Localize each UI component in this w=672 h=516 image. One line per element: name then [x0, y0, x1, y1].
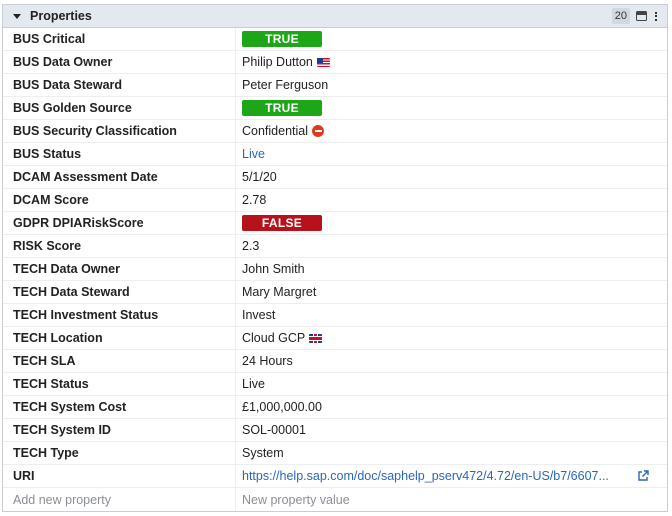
kebab-menu-icon[interactable] — [653, 11, 659, 21]
property-value[interactable]: Cloud GCP — [236, 327, 667, 349]
property-value[interactable]: 2.78 — [236, 189, 667, 211]
property-row[interactable]: BUS Data Steward Peter Ferguson — [3, 74, 667, 97]
property-row[interactable]: DCAM Score 2.78 — [3, 189, 667, 212]
property-value[interactable]: Confidential — [236, 120, 667, 142]
property-key: BUS Security Classification — [3, 120, 236, 142]
property-value-text: Live — [242, 377, 265, 391]
property-value[interactable]: System — [236, 442, 667, 464]
false-badge: FALSE — [242, 215, 322, 231]
property-value[interactable]: Philip Dutton — [236, 51, 667, 73]
property-row[interactable]: TECH Type System — [3, 442, 667, 465]
property-value[interactable]: Mary Margret — [236, 281, 667, 303]
property-row[interactable]: BUS Golden Source TRUE — [3, 97, 667, 120]
panel-header[interactable]: Properties 20 — [3, 5, 667, 28]
us-flag-icon — [316, 57, 330, 67]
add-property-value-input[interactable]: New property value — [236, 488, 667, 511]
property-value-text: Confidential — [242, 124, 309, 138]
property-value-text: 2.78 — [242, 193, 267, 207]
property-count-badge: 20 — [611, 8, 630, 24]
property-row[interactable]: BUS Data Owner Philip Dutton — [3, 51, 667, 74]
property-row[interactable]: GDPR DPIARiskScore FALSE — [3, 212, 667, 235]
property-row[interactable]: DCAM Assessment Date 5/1/20 — [3, 166, 667, 189]
property-key: TECH System Cost — [3, 396, 236, 418]
property-value-text: Cloud GCP — [242, 331, 306, 345]
property-key: DCAM Assessment Date — [3, 166, 236, 188]
minimize-panel-icon[interactable] — [636, 11, 647, 21]
property-row[interactable]: TECH System ID SOL-00001 — [3, 419, 667, 442]
property-key: BUS Critical — [3, 28, 236, 50]
property-value[interactable]: 2.3 — [236, 235, 667, 257]
property-value[interactable]: SOL-00001 — [236, 419, 667, 441]
property-key: TECH Location — [3, 327, 236, 349]
property-value[interactable]: TRUE — [236, 28, 667, 50]
property-key: TECH Investment Status — [3, 304, 236, 326]
property-row[interactable]: URI https://help.sap.com/doc/saphelp_pser… — [3, 465, 667, 488]
property-value[interactable]: £1,000,000.00 — [236, 396, 667, 418]
property-value-text: 5/1/20 — [242, 170, 277, 184]
property-list: BUS Critical TRUE BUS Data Owner Philip Dut… — [3, 28, 667, 488]
property-row[interactable]: RISK Score 2.3 — [3, 235, 667, 258]
property-value-text: £1,000,000.00 — [242, 400, 322, 414]
property-value[interactable]: FALSE — [236, 212, 667, 234]
true-badge: TRUE — [242, 100, 322, 116]
status-link[interactable]: Live — [242, 147, 265, 161]
property-value-text: Mary Margret — [242, 285, 317, 299]
property-key: DCAM Score — [3, 189, 236, 211]
property-row[interactable]: TECH Investment Status Invest — [3, 304, 667, 327]
property-row[interactable]: TECH System Cost £1,000,000.00 — [3, 396, 667, 419]
property-row[interactable]: TECH Status Live — [3, 373, 667, 396]
uk-flag-icon — [309, 333, 323, 343]
add-property-row[interactable]: Add new property New property value — [3, 488, 667, 511]
property-key: URI — [3, 465, 236, 487]
property-row[interactable]: BUS Security Classification Confidential — [3, 120, 667, 143]
properties-panel: Properties 20 BUS Critical TRUE BUS Data O… — [2, 4, 668, 512]
property-value-text: 2.3 — [242, 239, 260, 253]
property-value[interactable]: Live — [236, 143, 667, 165]
property-key: TECH System ID — [3, 419, 236, 441]
panel-title: Properties — [30, 9, 92, 23]
property-value-text: Philip Dutton — [242, 55, 313, 69]
property-value[interactable]: Live — [236, 373, 667, 395]
property-value-text: 24 Hours — [242, 354, 293, 368]
property-key: TECH Type — [3, 442, 236, 464]
property-key: TECH SLA — [3, 350, 236, 372]
property-row[interactable]: TECH Data Owner John Smith — [3, 258, 667, 281]
property-value-text: Invest — [242, 308, 276, 322]
property-value-text: John Smith — [242, 262, 305, 276]
property-value[interactable]: https://help.sap.com/doc/saphelp_pserv47… — [236, 465, 667, 487]
property-row[interactable]: TECH Location Cloud GCP — [3, 327, 667, 350]
property-key: TECH Data Owner — [3, 258, 236, 280]
property-key: BUS Data Owner — [3, 51, 236, 73]
property-row[interactable]: BUS Status Live — [3, 143, 667, 166]
property-value[interactable]: TRUE — [236, 97, 667, 119]
caret-down-icon[interactable] — [13, 13, 21, 19]
property-value[interactable]: John Smith — [236, 258, 667, 280]
property-value[interactable]: 24 Hours — [236, 350, 667, 372]
header-controls: 20 — [611, 5, 659, 27]
property-row[interactable]: TECH Data Steward Mary Margret — [3, 281, 667, 304]
property-value[interactable]: Invest — [236, 304, 667, 326]
property-value-text: SOL-00001 — [242, 423, 306, 437]
property-row[interactable]: BUS Critical TRUE — [3, 28, 667, 51]
property-value-text: Peter Ferguson — [242, 78, 329, 92]
property-value[interactable]: 5/1/20 — [236, 166, 667, 188]
property-value-text: System — [242, 446, 284, 460]
property-key: BUS Golden Source — [3, 97, 236, 119]
property-key: RISK Score — [3, 235, 236, 257]
true-badge: TRUE — [242, 31, 322, 47]
property-key: TECH Status — [3, 373, 236, 395]
external-link-icon[interactable] — [637, 470, 649, 482]
property-key: BUS Status — [3, 143, 236, 165]
property-row[interactable]: TECH SLA 24 Hours — [3, 350, 667, 373]
property-key: GDPR DPIARiskScore — [3, 212, 236, 234]
property-key: TECH Data Steward — [3, 281, 236, 303]
add-property-key-input[interactable]: Add new property — [3, 488, 236, 511]
uri-link[interactable]: https://help.sap.com/doc/saphelp_pserv47… — [242, 469, 615, 483]
property-key: BUS Data Steward — [3, 74, 236, 96]
property-value[interactable]: Peter Ferguson — [236, 74, 667, 96]
no-entry-icon — [312, 125, 325, 137]
